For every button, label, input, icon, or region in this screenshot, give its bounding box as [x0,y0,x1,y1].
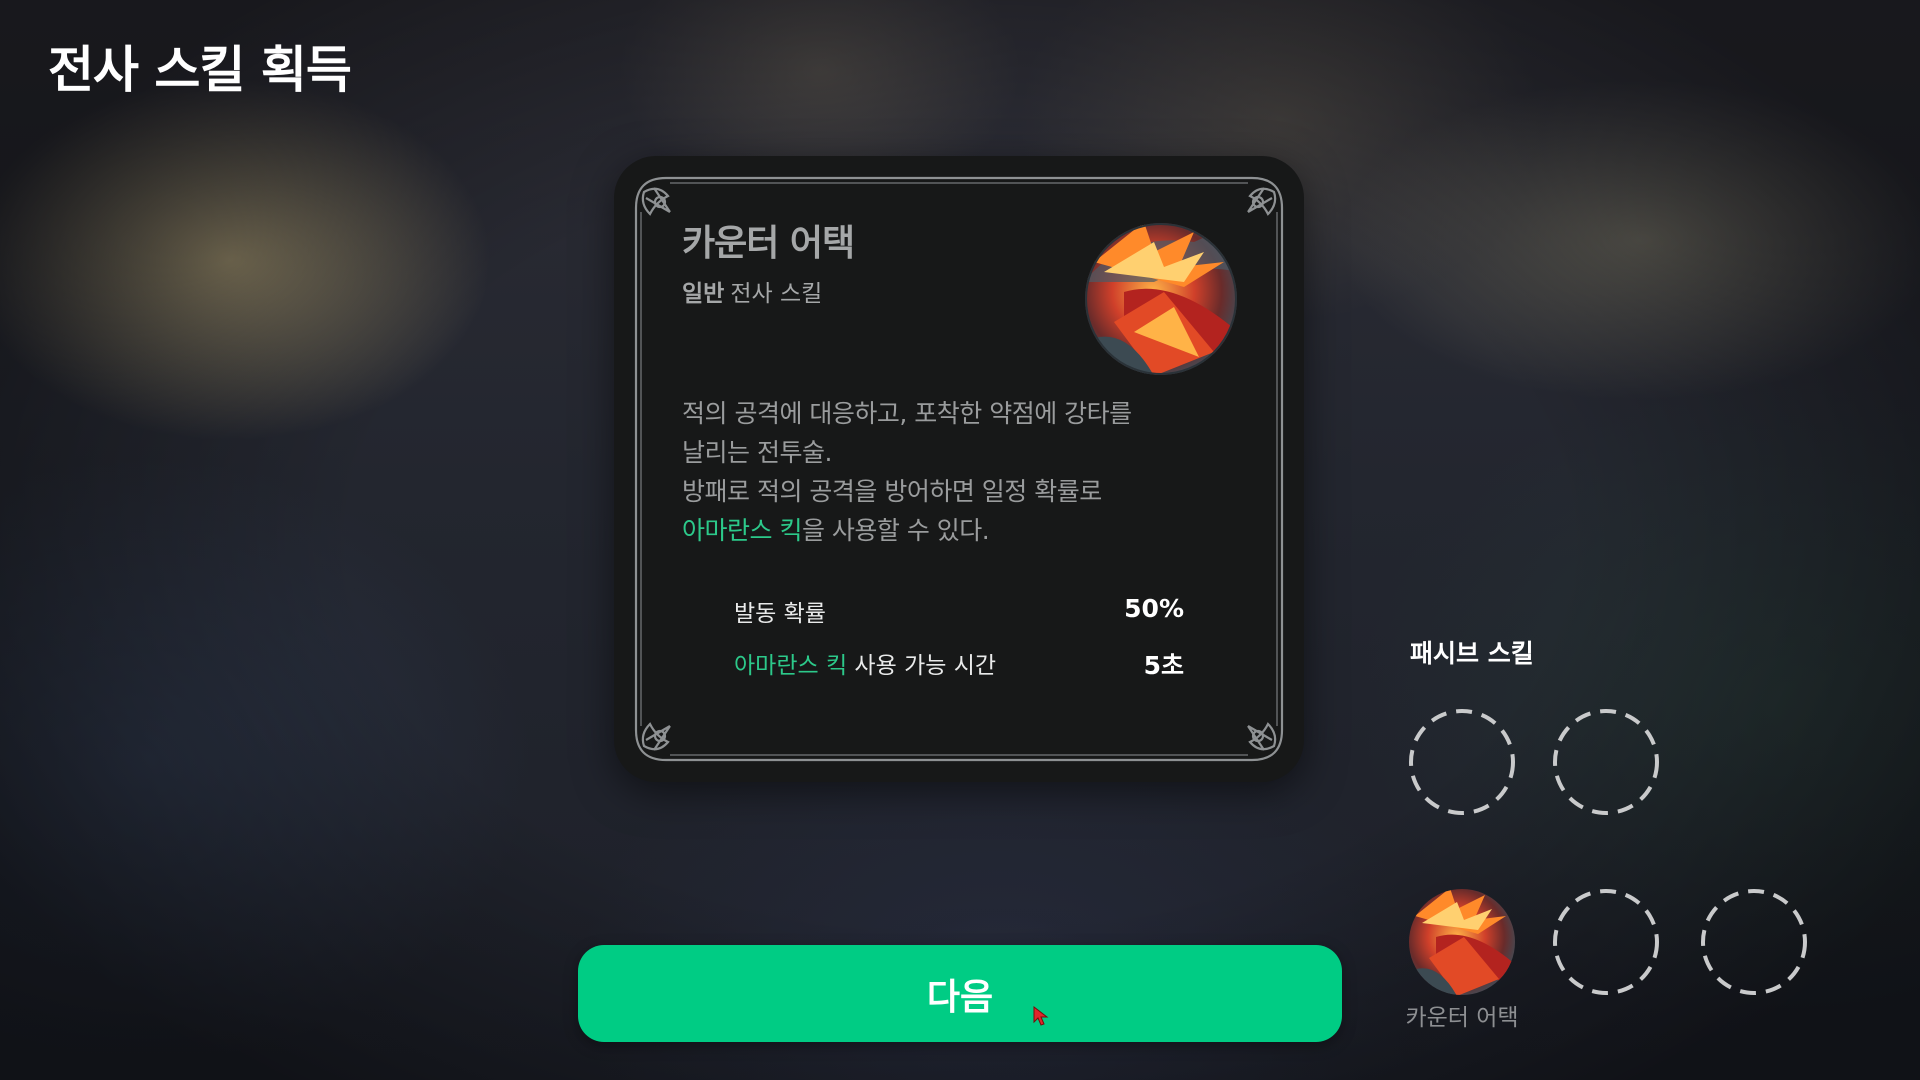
passive-slot-filled[interactable] [1408,888,1516,996]
next-button[interactable]: 다음 [578,945,1342,1042]
skill-name: 카운터 어택 [682,223,855,264]
passive-skills-title: 패시브 스킬 [1410,639,1534,668]
passive-slot-empty[interactable] [1552,708,1660,816]
stat-row-usable-time: 아마란스 킥 사용 가능 시간 5초 [734,646,1184,680]
stat-label-text: 사용 가능 시간 [847,653,997,679]
stat-value: 50% [1124,594,1184,623]
description-line: 방패로 적의 공격을 방어하면 일정 확률로 [682,477,1102,506]
description-text: 을 사용할 수 있다. [801,516,990,545]
linked-skill-name: 아마란스 킥 [734,653,848,679]
passive-slot-empty[interactable] [1700,888,1808,996]
mouse-cursor-icon [1033,1006,1049,1026]
passive-slot-empty[interactable] [1552,888,1660,996]
description-line: 날리는 전투술. [682,438,832,467]
stat-value: 5초 [1143,651,1184,680]
game-screen: 전사 스킬 획득 카운터 어택 일반 전사 스킬 적의 공격에 대응하고, 포착… [0,0,1920,1080]
stat-row-activation-chance: 발동 확률 50% [734,594,1184,627]
passive-slot-empty[interactable] [1408,708,1516,816]
skill-rarity: 일반 [682,281,725,307]
linked-skill-name: 아마란스 킥 [682,516,802,545]
skill-type: 일반 전사 스킬 [682,274,822,308]
stat-label: 발동 확률 [734,601,826,627]
passive-slot-label: 카운터 어택 [1405,1005,1519,1031]
flame-slash-skill-icon [1085,223,1237,375]
description-line: 아마란스 킥을 사용할 수 있다. [682,511,1222,550]
skill-category: 전사 스킬 [730,281,823,307]
skill-card: 카운터 어택 일반 전사 스킬 적의 공격에 대응하고, 포착한 약점에 강타를… [614,156,1304,782]
stat-label: 아마란스 킥 사용 가능 시간 [734,646,996,680]
skill-description: 적의 공격에 대응하고, 포착한 약점에 강타를 날리는 전투술. 방패로 적의… [682,394,1222,550]
description-line: 적의 공격에 대응하고, 포착한 약점에 강타를 [682,399,1132,428]
page-title: 전사 스킬 획득 [48,41,352,99]
